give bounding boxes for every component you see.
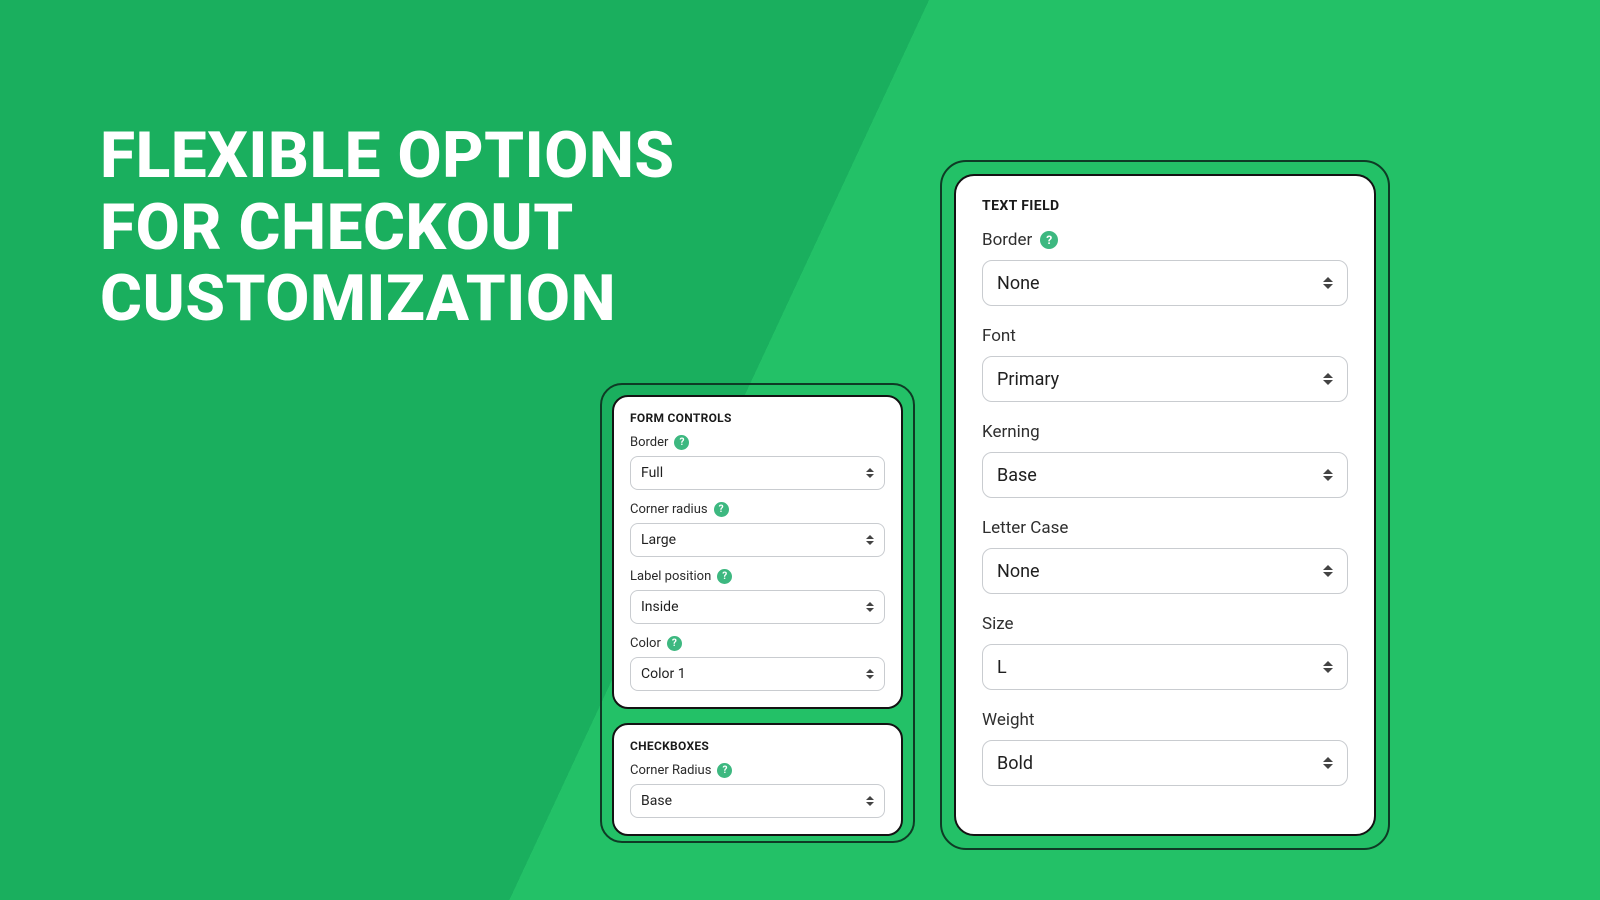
cb-corner-radius-select[interactable]: Base bbox=[630, 784, 885, 818]
large-panel-frame: TEXT FIELD Border ? None Font Primary bbox=[940, 160, 1390, 850]
corner-radius-label: Corner radius bbox=[630, 502, 708, 517]
tf-size-label: Size bbox=[982, 614, 1014, 634]
color-select[interactable]: Color 1 bbox=[630, 657, 885, 691]
tf-kerning-value: Base bbox=[997, 465, 1037, 486]
tf-font-label: Font bbox=[982, 326, 1016, 346]
chevron-sort-icon bbox=[1321, 661, 1335, 673]
border-label: Border bbox=[630, 435, 668, 450]
color-label: Color bbox=[630, 636, 661, 651]
help-icon[interactable]: ? bbox=[674, 435, 689, 450]
checkboxes-title: CHECKBOXES bbox=[630, 739, 885, 753]
field-tf-font: Font Primary bbox=[982, 326, 1348, 402]
tf-kerning-select[interactable]: Base bbox=[982, 452, 1348, 498]
field-tf-letter-case: Letter Case None bbox=[982, 518, 1348, 594]
field-corner-radius: Corner radius ? Large bbox=[630, 502, 885, 557]
label-position-label: Label position bbox=[630, 569, 711, 584]
chevron-sort-icon bbox=[1321, 757, 1335, 769]
tf-kerning-label: Kerning bbox=[982, 422, 1040, 442]
tf-weight-value: Bold bbox=[997, 753, 1033, 774]
tf-border-label: Border bbox=[982, 230, 1032, 250]
field-label-position: Label position ? Inside bbox=[630, 569, 885, 624]
tf-border-value: None bbox=[997, 273, 1040, 294]
field-color: Color ? Color 1 bbox=[630, 636, 885, 691]
text-field-title: TEXT FIELD bbox=[982, 198, 1348, 214]
chevron-sort-icon bbox=[864, 796, 876, 806]
tf-font-select[interactable]: Primary bbox=[982, 356, 1348, 402]
field-tf-border: Border ? None bbox=[982, 230, 1348, 306]
tf-weight-select[interactable]: Bold bbox=[982, 740, 1348, 786]
help-icon[interactable]: ? bbox=[1040, 231, 1058, 249]
tf-letter-case-value: None bbox=[997, 561, 1040, 582]
tf-border-select[interactable]: None bbox=[982, 260, 1348, 306]
text-field-card: TEXT FIELD Border ? None Font Primary bbox=[954, 174, 1376, 836]
tf-letter-case-label: Letter Case bbox=[982, 518, 1068, 538]
label-position-value: Inside bbox=[641, 599, 679, 615]
chevron-sort-icon bbox=[1321, 469, 1335, 481]
headline: Flexible options for checkout customizat… bbox=[100, 120, 675, 335]
chevron-sort-icon bbox=[1321, 373, 1335, 385]
chevron-sort-icon bbox=[864, 669, 876, 679]
tf-size-value: L bbox=[997, 657, 1007, 678]
help-icon[interactable]: ? bbox=[714, 502, 729, 517]
field-tf-weight: Weight Bold bbox=[982, 710, 1348, 786]
label-position-select[interactable]: Inside bbox=[630, 590, 885, 624]
form-controls-title: FORM CONTROLS bbox=[630, 411, 885, 425]
border-select[interactable]: Full bbox=[630, 456, 885, 490]
chevron-sort-icon bbox=[864, 602, 876, 612]
chevron-sort-icon bbox=[1321, 277, 1335, 289]
chevron-sort-icon bbox=[864, 535, 876, 545]
corner-radius-select[interactable]: Large bbox=[630, 523, 885, 557]
chevron-sort-icon bbox=[1321, 565, 1335, 577]
help-icon[interactable]: ? bbox=[667, 636, 682, 651]
help-icon[interactable]: ? bbox=[717, 569, 732, 584]
help-icon[interactable]: ? bbox=[717, 763, 732, 778]
border-value: Full bbox=[641, 465, 663, 481]
headline-line-2: for checkout bbox=[100, 192, 675, 264]
field-tf-kerning: Kerning Base bbox=[982, 422, 1348, 498]
corner-radius-value: Large bbox=[641, 532, 676, 548]
checkboxes-card: CHECKBOXES Corner Radius ? Base bbox=[612, 723, 903, 836]
form-controls-card: FORM CONTROLS Border ? Full Corner radiu… bbox=[612, 395, 903, 709]
field-cb-corner-radius: Corner Radius ? Base bbox=[630, 763, 885, 818]
tf-font-value: Primary bbox=[997, 369, 1059, 390]
cb-corner-radius-label: Corner Radius bbox=[630, 763, 711, 778]
tf-letter-case-select[interactable]: None bbox=[982, 548, 1348, 594]
field-tf-size: Size L bbox=[982, 614, 1348, 690]
small-panel-frame: FORM CONTROLS Border ? Full Corner radiu… bbox=[600, 383, 915, 843]
cb-corner-radius-value: Base bbox=[641, 793, 672, 809]
color-value: Color 1 bbox=[641, 666, 686, 682]
tf-weight-label: Weight bbox=[982, 710, 1034, 730]
headline-line-3: customization bbox=[100, 263, 675, 335]
headline-line-1: Flexible options bbox=[100, 120, 675, 192]
tf-size-select[interactable]: L bbox=[982, 644, 1348, 690]
field-border: Border ? Full bbox=[630, 435, 885, 490]
chevron-sort-icon bbox=[864, 468, 876, 478]
